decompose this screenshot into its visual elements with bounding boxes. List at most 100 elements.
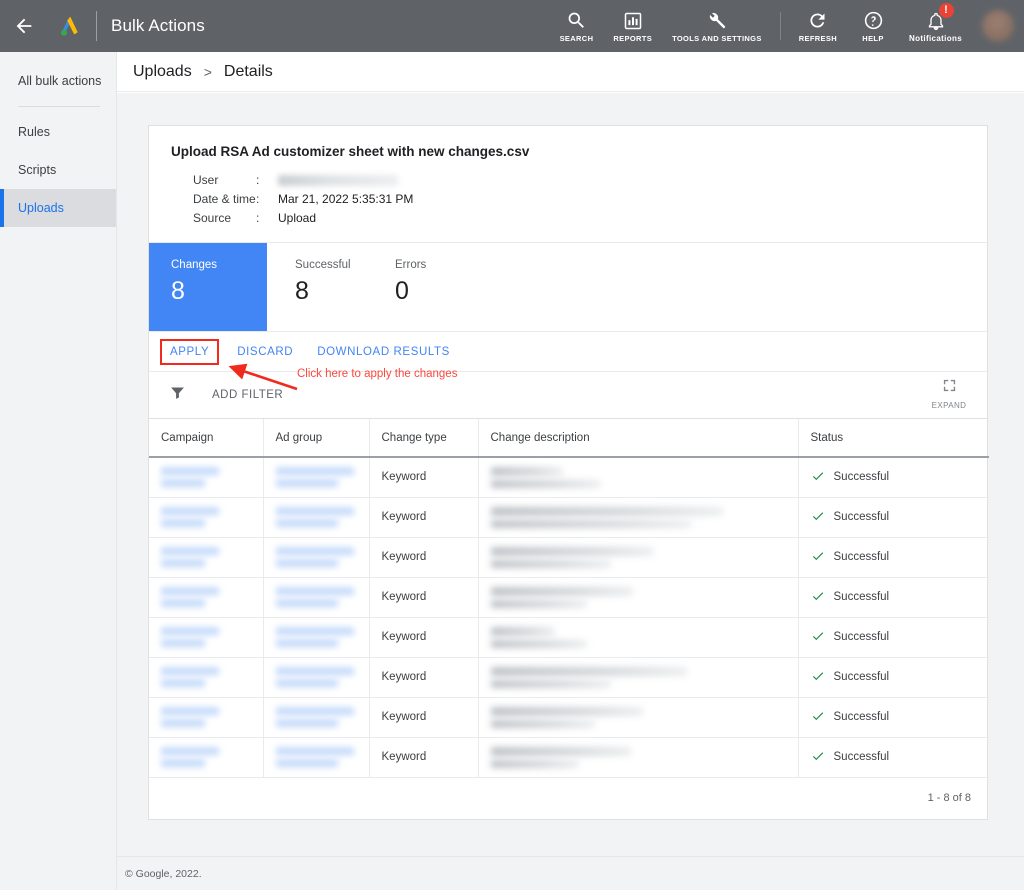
stat-value: 8 (171, 277, 185, 305)
back-button[interactable] (0, 0, 48, 52)
redacted-campaign (161, 466, 219, 476)
cell-ad-group[interactable] (263, 577, 370, 618)
green-check-icon (811, 469, 825, 486)
discard-button[interactable]: DISCARD (229, 341, 301, 363)
green-check-icon (811, 509, 825, 526)
pagination-bar: 1 - 8 of 8 (148, 777, 988, 820)
cell-status: Successful (798, 657, 989, 698)
cell-ad-group[interactable] (263, 737, 370, 778)
cell-ad-group[interactable] (263, 497, 370, 538)
breadcrumb-uploads[interactable]: Uploads (133, 63, 192, 81)
filter-bar: ADD FILTER EXPAND (149, 372, 987, 419)
cell-status: Successful (798, 577, 989, 618)
cell-campaign[interactable] (149, 537, 264, 578)
redacted-campaign-2 (161, 478, 205, 488)
search-button[interactable]: SEARCH (550, 0, 604, 52)
reports-chart-icon (623, 9, 643, 31)
redacted-campaign (161, 586, 219, 596)
stat-changes[interactable]: Changes 8 (149, 243, 267, 331)
table-row[interactable]: Keyword Successful (149, 617, 989, 658)
stat-successful[interactable]: Successful 8 (267, 243, 385, 331)
green-check-icon (811, 669, 825, 686)
sidebar-item-rules[interactable]: Rules (0, 113, 116, 151)
stat-errors[interactable]: Errors 0 (385, 243, 503, 331)
reports-button[interactable]: REPORTS (603, 0, 662, 52)
download-results-button[interactable]: DOWNLOAD RESULTS (309, 341, 458, 363)
status-label: Successful (833, 551, 890, 563)
wrench-tools-icon (706, 9, 727, 31)
column-header-ad-group[interactable]: Ad group (263, 419, 370, 458)
meta-label: Date & time (193, 192, 256, 206)
add-filter-button[interactable]: ADD FILTER (169, 384, 283, 406)
sidebar-item-scripts[interactable]: Scripts (0, 151, 116, 189)
search-icon (566, 9, 587, 31)
sidebar-item-uploads[interactable]: Uploads (0, 189, 116, 227)
cell-status: Successful (798, 697, 989, 738)
redacted-ad-group (275, 466, 354, 476)
cell-ad-group[interactable] (263, 617, 370, 658)
column-header-campaign[interactable]: Campaign (149, 419, 264, 458)
notification-badge: ! (938, 3, 954, 18)
cell-campaign[interactable] (149, 457, 264, 498)
expand-fullscreen-icon (942, 378, 957, 398)
status-label: Successful (833, 631, 890, 643)
cell-change-type: Keyword (369, 577, 479, 618)
green-check-icon (811, 709, 825, 726)
cell-campaign[interactable] (149, 577, 264, 618)
redacted-campaign-2 (161, 718, 205, 728)
cell-ad-group[interactable] (263, 457, 370, 498)
sidebar-item-label: Scripts (18, 163, 57, 177)
apply-button[interactable]: APPLY (159, 338, 220, 365)
column-header-change-type[interactable]: Change type (369, 419, 479, 458)
google-ads-logo[interactable] (48, 0, 92, 52)
meta-row-source: Source : Upload (171, 209, 965, 228)
cell-ad-group[interactable] (263, 657, 370, 698)
add-filter-label: ADD FILTER (212, 389, 284, 401)
cell-campaign[interactable] (149, 617, 264, 658)
green-check-icon (811, 629, 825, 646)
cell-change-description (478, 657, 799, 698)
sidebar-item-all-bulk-actions[interactable]: All bulk actions (0, 62, 116, 100)
upload-header: Upload RSA Ad customizer sheet with new … (149, 126, 987, 243)
cell-ad-group[interactable] (263, 537, 370, 578)
redacted-ad-group-2 (275, 478, 338, 488)
cell-campaign[interactable] (149, 497, 264, 538)
breadcrumb-separator: > (203, 63, 212, 80)
redacted-description-line-2 (490, 639, 587, 648)
table-row[interactable]: Keyword Successful (149, 457, 989, 498)
main-content: Uploads > Details Upload RSA Ad customiz… (117, 52, 1024, 890)
redacted-description-line-2 (490, 719, 595, 728)
stat-label: Errors (395, 259, 427, 271)
cell-change-description (478, 457, 799, 498)
green-check-icon (811, 749, 825, 766)
appbar-divider (96, 11, 97, 41)
column-header-status[interactable]: Status (798, 419, 989, 458)
cell-campaign[interactable] (149, 737, 264, 778)
cell-change-description (478, 697, 799, 738)
refresh-button[interactable]: REFRESH (789, 0, 847, 52)
cell-campaign[interactable] (149, 697, 264, 738)
table-row[interactable]: Keyword Successful (149, 577, 989, 618)
redacted-description-line-2 (490, 519, 691, 528)
table-row[interactable]: Keyword Successful (149, 497, 989, 538)
cell-change-type: Keyword (369, 657, 479, 698)
tools-and-settings-button[interactable]: TOOLS AND SETTINGS (662, 0, 772, 52)
meta-colon: : (256, 211, 260, 225)
sidebar: All bulk actions Rules Scripts Uploads (0, 52, 117, 890)
notifications-button[interactable]: ! Notifications (899, 0, 972, 52)
column-header-change-description[interactable]: Change description (478, 419, 799, 458)
avatar[interactable] (982, 10, 1014, 42)
expand-button[interactable]: EXPAND (925, 378, 973, 410)
table-body: Keyword Successful Keyword Successful Keywor… (149, 457, 989, 778)
cell-change-type: Keyword (369, 497, 479, 538)
table-row[interactable]: Keyword Successful (149, 697, 989, 738)
redacted-campaign (161, 706, 219, 716)
cell-ad-group[interactable] (263, 697, 370, 738)
help-button[interactable]: HELP (847, 0, 899, 52)
table-row[interactable]: Keyword Successful (149, 657, 989, 698)
table-row[interactable]: Keyword Successful (149, 737, 989, 778)
redacted-description-line-2 (490, 479, 601, 488)
table-row[interactable]: Keyword Successful (149, 537, 989, 578)
google-ads-logo-icon (61, 16, 78, 36)
cell-campaign[interactable] (149, 657, 264, 698)
